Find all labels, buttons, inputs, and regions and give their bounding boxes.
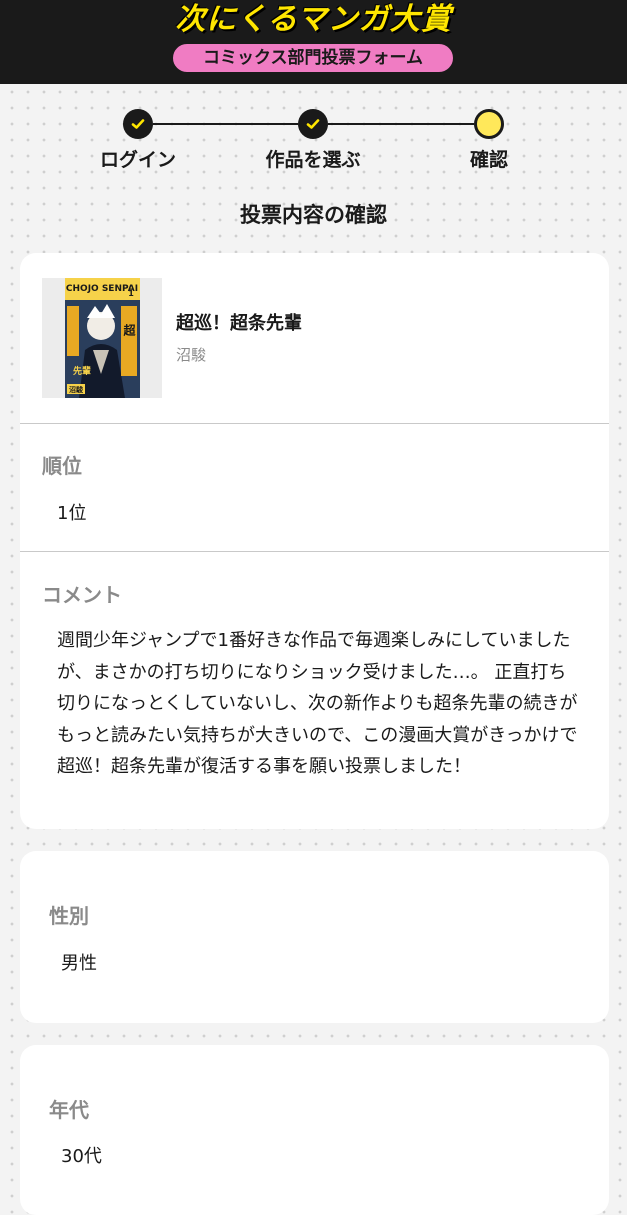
age-value: 30代	[61, 1146, 102, 1167]
step-label-login: ログイン	[99, 149, 176, 171]
divider	[20, 423, 609, 424]
selected-book-author: 沼駿	[176, 346, 207, 364]
step-confirm-current-dot	[474, 109, 504, 139]
progress-stepper: ログイン 作品を選ぶ 確認	[0, 100, 627, 180]
gender-label: 性別	[49, 904, 89, 928]
svg-text:超: 超	[122, 323, 136, 337]
site-logo: 次にくるマンガ大賞	[175, 2, 452, 37]
divider	[20, 551, 609, 552]
rank-value: 1位	[57, 503, 87, 524]
step-label-confirm: 確認	[469, 149, 508, 171]
selected-book-title: 超巡！超条先輩	[176, 313, 302, 334]
step-select-check-icon	[298, 109, 328, 139]
age-label: 年代	[49, 1098, 89, 1122]
gender-value: 男性	[61, 953, 97, 974]
svg-text:先輩: 先輩	[73, 365, 91, 377]
svg-text:1: 1	[128, 289, 134, 298]
svg-text:沼駿: 沼駿	[69, 385, 84, 394]
step-label-select: 作品を選ぶ	[265, 149, 361, 171]
gender-card: 性別 男性	[20, 851, 609, 1023]
step-connector	[153, 123, 298, 125]
rank-label: 順位	[42, 454, 82, 478]
comment-text: 週間少年ジャンプで1番好きな作品で毎週楽しみにしていましたが、まさかの打ち切りに…	[57, 630, 578, 777]
step-connector	[328, 123, 474, 125]
form-subtitle-badge: コミックス部門投票フォーム	[171, 42, 455, 74]
header: 次にくるマンガ大賞 コミックス部門投票フォーム	[0, 0, 627, 84]
page-title: 投票内容の確認	[240, 203, 387, 227]
comment-label: コメント	[42, 583, 122, 607]
check-icon	[131, 119, 145, 129]
book-cover-image: CHOJO SENPAI 超 先輩 沼駿 1	[42, 278, 162, 398]
age-card: 年代 30代	[20, 1045, 609, 1215]
step-login-check-icon	[123, 109, 153, 139]
vote-summary-card: CHOJO SENPAI 超 先輩 沼駿 1 超巡！超条先輩 沼駿 順位 1位 …	[20, 253, 609, 829]
check-icon	[306, 119, 320, 129]
